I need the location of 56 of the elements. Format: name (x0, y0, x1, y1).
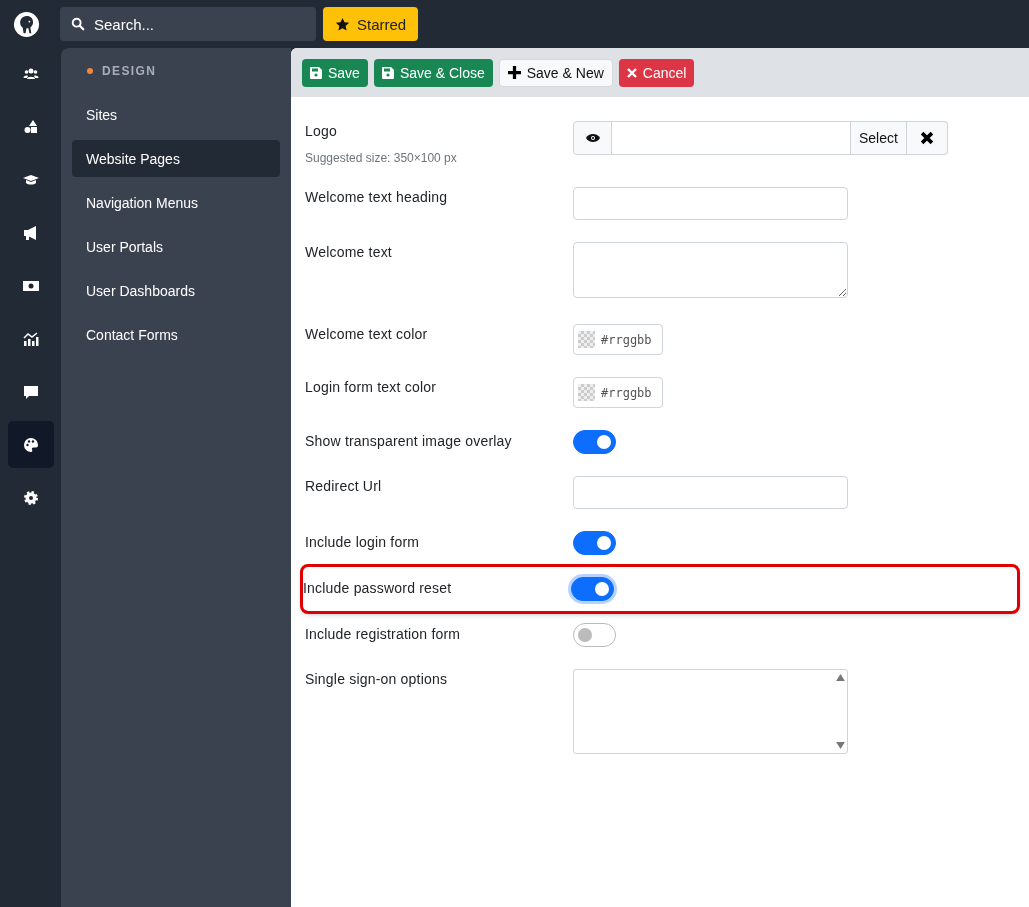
field-label: Include login form (305, 534, 421, 550)
scroll-down-icon[interactable] (835, 742, 845, 749)
text-field[interactable] (573, 476, 848, 509)
eye-icon (585, 133, 600, 143)
megaphone-icon (22, 224, 39, 241)
field-label: Show transparent image overlay (305, 433, 513, 449)
field-label: Single sign-on options (305, 671, 449, 687)
search-field[interactable]: Search... (92, 14, 316, 34)
toggle-switch[interactable] (573, 623, 616, 647)
file-path-field[interactable] (612, 121, 850, 155)
rail-item[interactable] (7, 421, 54, 468)
field-label: Welcome text heading (305, 189, 449, 205)
status-dot-icon (87, 68, 93, 74)
field-label: Include registration form (305, 626, 462, 642)
field-label: Welcome text color (305, 326, 429, 342)
hint-text: Suggested size: 350×100 px (305, 151, 458, 165)
color-field[interactable]: #rrggbb (573, 377, 663, 408)
star-icon (335, 16, 350, 32)
preview-button[interactable] (573, 121, 612, 155)
transparent-swatch-icon (578, 331, 595, 348)
palette-icon (22, 436, 39, 453)
sidebar-item[interactable]: User Portals (72, 228, 280, 265)
sidebar-item[interactable]: Website Pages (72, 140, 280, 177)
save-button[interactable]: Save & Close (373, 58, 493, 87)
color-field[interactable]: #rrggbb (573, 324, 663, 355)
select-button[interactable]: Select (850, 121, 907, 155)
plus-icon (507, 66, 521, 79)
comment-icon (22, 383, 39, 400)
cancel-button[interactable]: Cancel (618, 58, 695, 87)
field-label: Welcome text (305, 244, 393, 260)
settings-icon (22, 489, 39, 506)
field-label: Login form text color (305, 379, 438, 395)
transparent-swatch-icon (578, 384, 595, 401)
new-button[interactable]: Save & New (498, 58, 613, 87)
toggle-switch[interactable] (573, 531, 616, 555)
field-label: Include password reset (303, 580, 453, 596)
toggle-switch[interactable] (573, 430, 616, 454)
close-icon (919, 131, 934, 145)
field-label: Redirect Url (305, 478, 383, 494)
sidebar-item[interactable]: User Dashboards (72, 272, 280, 309)
scroll-up-icon[interactable] (835, 674, 845, 681)
sidebar-item[interactable]: Sites (72, 96, 280, 133)
field-label: Logo (305, 123, 338, 139)
search-bar[interactable]: Search... (60, 7, 316, 41)
sidebar-item[interactable]: Contact Forms (72, 316, 280, 353)
toggle-switch[interactable] (571, 577, 614, 601)
search-icon (71, 17, 85, 31)
section-heading: DESIGN (102, 64, 157, 78)
sidebar-item[interactable]: Navigation Menus (72, 184, 280, 221)
clear-button[interactable] (906, 121, 948, 155)
close-icon (626, 67, 637, 78)
save-button[interactable]: Save (302, 58, 368, 87)
chart-icon (22, 330, 39, 347)
shapes-icon (22, 118, 39, 135)
starred-button[interactable]: Starred (323, 7, 419, 41)
text-field[interactable] (573, 187, 848, 220)
